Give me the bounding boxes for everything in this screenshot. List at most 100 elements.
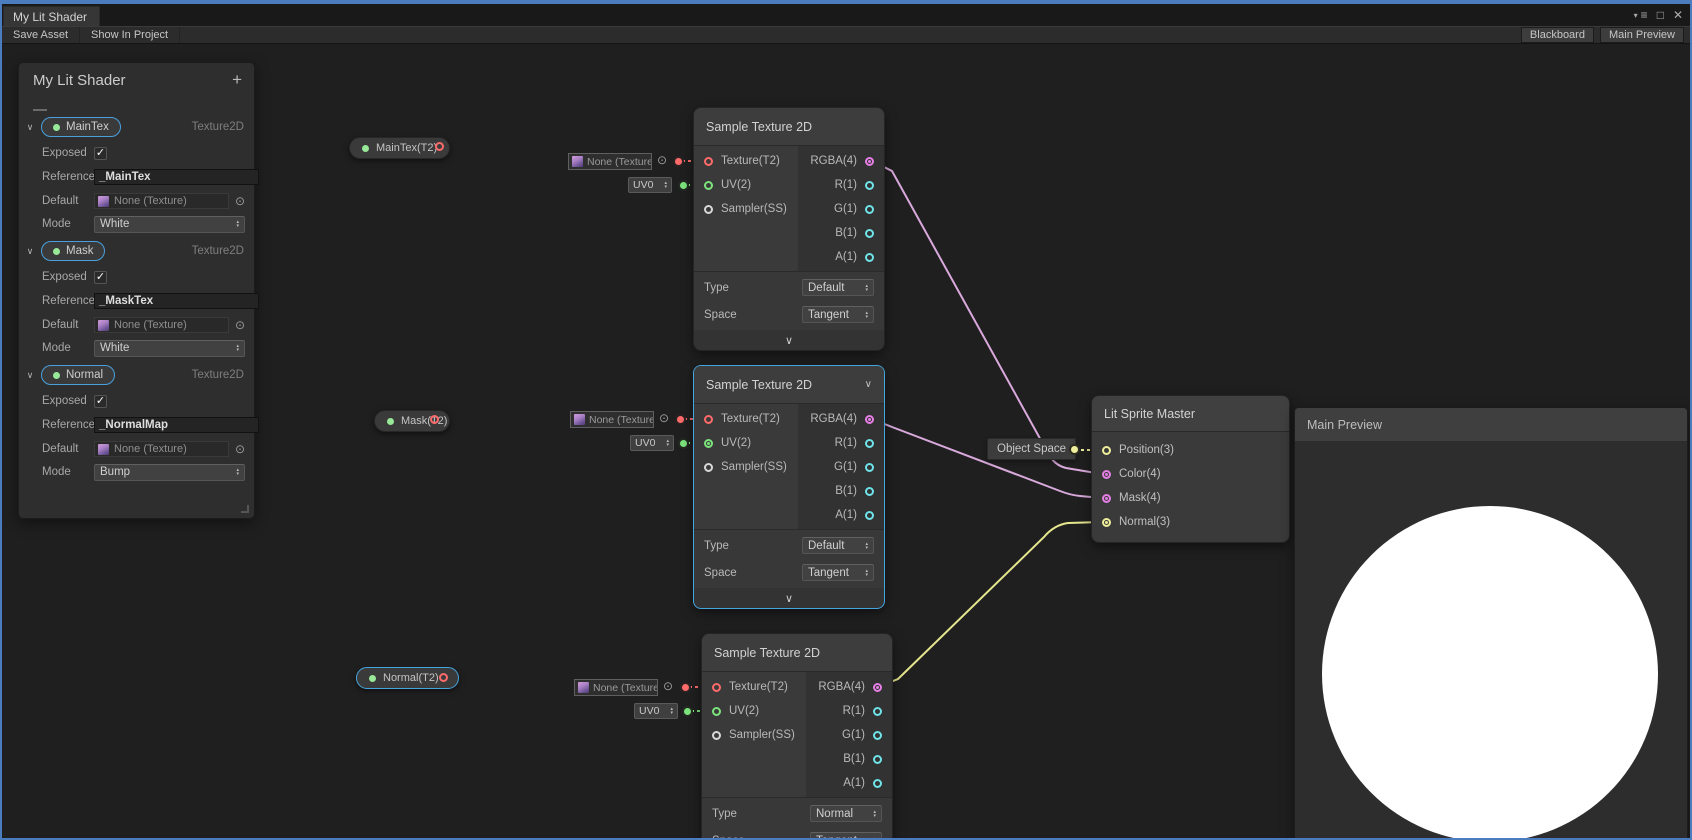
reference-input[interactable] <box>94 293 259 309</box>
collapse-chevron-icon[interactable]: ∨ <box>19 246 41 257</box>
object-picker-icon[interactable]: ⊙ <box>235 318 245 332</box>
uv-channel-value: UV0 <box>633 179 653 191</box>
graph-canvas[interactable]: My Lit Shader + ∨ MainTex Texture2D Expo… <box>2 45 1690 838</box>
main-preview-panel[interactable]: Main Preview <box>1294 407 1688 838</box>
texture-input-port[interactable] <box>712 683 721 692</box>
uv-channel-dropdown[interactable]: UV0 ▴▾ <box>630 435 674 451</box>
uv-input-port[interactable] <box>704 439 713 448</box>
type-dropdown[interactable]: Normal▴▾ <box>810 805 882 822</box>
property-dot-icon <box>53 248 60 255</box>
dropdown-arrows-icon: ▴▾ <box>873 837 876 839</box>
mode-dropdown[interactable]: White ▴▾ <box>94 340 245 357</box>
uv-input-port[interactable] <box>712 707 721 716</box>
maximize-icon[interactable]: □ <box>1657 8 1664 22</box>
texture-input-port[interactable] <box>704 157 713 166</box>
texture-slot-field[interactable]: None (Texture) <box>574 679 658 696</box>
a-output-port[interactable] <box>873 779 882 788</box>
uv-channel-dropdown[interactable]: UV0 ▴▾ <box>634 703 678 719</box>
mask-output-port[interactable] <box>430 415 439 424</box>
b-output-port[interactable] <box>865 229 874 238</box>
object-picker-icon[interactable]: ⊙ <box>235 442 245 456</box>
color-input-port[interactable] <box>1102 470 1111 479</box>
mode-dropdown[interactable]: Bump ▴▾ <box>94 464 245 481</box>
property-pill-maintex[interactable]: MainTex <box>41 117 121 137</box>
show-in-project-button[interactable]: Show In Project <box>80 27 180 43</box>
node-title: Sample Texture 2D <box>706 120 812 134</box>
position-input-port[interactable] <box>1102 446 1111 455</box>
type-dropdown[interactable]: Default▴▾ <box>802 537 874 554</box>
g-output-port[interactable] <box>873 731 882 740</box>
add-property-button[interactable]: + <box>232 70 242 90</box>
property-type-label: Texture2D <box>192 121 244 133</box>
mode-dropdown[interactable]: White ▴▾ <box>94 216 245 233</box>
normal-output-port[interactable] <box>439 673 448 682</box>
position-space-label: Object Space <box>997 443 1066 455</box>
close-icon[interactable]: ✕ <box>1673 8 1683 22</box>
position-space-widget[interactable]: Object Space <box>987 438 1076 460</box>
sampler-input-port[interactable] <box>712 731 721 740</box>
a-output-port[interactable] <box>865 511 874 520</box>
r-output-port[interactable] <box>865 181 874 190</box>
sample-texture-2d-node-3[interactable]: Sample Texture 2D Texture(T2) UV(2) Samp… <box>702 634 892 838</box>
blackboard-panel[interactable]: My Lit Shader + ∨ MainTex Texture2D Expo… <box>18 62 255 519</box>
mask-input-port[interactable] <box>1102 494 1111 503</box>
window-menu-caret-icon[interactable]: ▾ <box>1634 11 1638 20</box>
default-texture-field[interactable]: None (Texture) <box>94 441 229 457</box>
b-output-port[interactable] <box>865 487 874 496</box>
texture-slot-field[interactable]: None (Texture) <box>570 411 654 428</box>
object-picker-icon[interactable]: ⊙ <box>659 412 669 425</box>
node-expand-chevron[interactable]: ∨ <box>694 330 884 350</box>
rgba-output-port[interactable] <box>873 683 882 692</box>
lit-sprite-master-node[interactable]: Lit Sprite Master Position(3) Color(4) M… <box>1092 396 1289 542</box>
save-asset-button[interactable]: Save Asset <box>2 27 80 43</box>
rgba-output-port[interactable] <box>865 157 874 166</box>
chevron-down-icon[interactable]: ∨ <box>865 379 872 390</box>
exposed-checkbox[interactable]: ✓ <box>94 271 107 284</box>
reference-input[interactable] <box>94 169 259 185</box>
default-texture-field[interactable]: None (Texture) <box>94 193 229 209</box>
r-output-port[interactable] <box>865 439 874 448</box>
exposed-checkbox[interactable]: ✓ <box>94 395 107 408</box>
dropdown-arrows-icon: ▴▾ <box>664 181 667 189</box>
rgba-output-port[interactable] <box>865 415 874 424</box>
type-dropdown[interactable]: Default▴▾ <box>802 279 874 296</box>
main-preview-header[interactable]: Main Preview <box>1295 408 1687 441</box>
texture-input-port[interactable] <box>704 415 713 424</box>
main-preview-toggle-button[interactable]: Main Preview <box>1600 27 1684 43</box>
sampler-input-port[interactable] <box>704 205 713 214</box>
object-picker-icon[interactable]: ⊙ <box>235 194 245 208</box>
uv-input-port[interactable] <box>704 181 713 190</box>
property-pill-normal[interactable]: Normal <box>41 365 115 385</box>
collapse-chevron-icon[interactable]: ∨ <box>19 122 41 133</box>
g-output-port[interactable] <box>865 463 874 472</box>
b-output-port[interactable] <box>873 755 882 764</box>
property-pill-mask[interactable]: Mask <box>41 241 105 261</box>
a-output-port[interactable] <box>865 253 874 262</box>
maintex-output-port[interactable] <box>435 142 444 151</box>
sample-texture-2d-node-1[interactable]: Sample Texture 2D Texture(T2) UV(2) Samp… <box>694 108 884 350</box>
g-output-port[interactable] <box>865 205 874 214</box>
reference-input[interactable] <box>94 417 259 433</box>
space-dropdown[interactable]: Tangent▴▾ <box>802 564 874 581</box>
default-texture-field[interactable]: None (Texture) <box>94 317 229 333</box>
texture-slot-field[interactable]: None (Texture) <box>568 153 652 170</box>
object-picker-icon[interactable]: ⊙ <box>663 680 673 693</box>
sample-texture-2d-node-2[interactable]: Sample Texture 2D∨ Texture(T2) UV(2) Sam… <box>694 366 884 608</box>
node-expand-chevron[interactable]: ∨ <box>694 588 884 608</box>
blackboard-toggle-button[interactable]: Blackboard <box>1521 27 1594 43</box>
uv-channel-dropdown[interactable]: UV0 ▴▾ <box>628 177 672 193</box>
edge-maintex-rgba-to-color[interactable] <box>872 161 1102 474</box>
blackboard-resize-grip[interactable] <box>241 505 249 513</box>
space-dropdown[interactable]: Tangent▴▾ <box>802 306 874 323</box>
exposed-checkbox[interactable]: ✓ <box>94 147 107 160</box>
window-menu-icon[interactable]: ≡ <box>1641 8 1648 22</box>
graph-tab[interactable]: My Lit Shader <box>3 6 100 26</box>
edge-normal-rgba-to-normal[interactable] <box>878 522 1102 687</box>
space-dropdown[interactable]: Tangent▴▾ <box>810 832 882 838</box>
sampler-input-port[interactable] <box>704 463 713 472</box>
normal-input-port[interactable] <box>1102 518 1111 527</box>
object-picker-icon[interactable]: ⊙ <box>657 154 667 167</box>
collapse-chevron-icon[interactable]: ∨ <box>19 370 41 381</box>
default-texture-source-dot <box>682 684 689 691</box>
r-output-port[interactable] <box>873 707 882 716</box>
